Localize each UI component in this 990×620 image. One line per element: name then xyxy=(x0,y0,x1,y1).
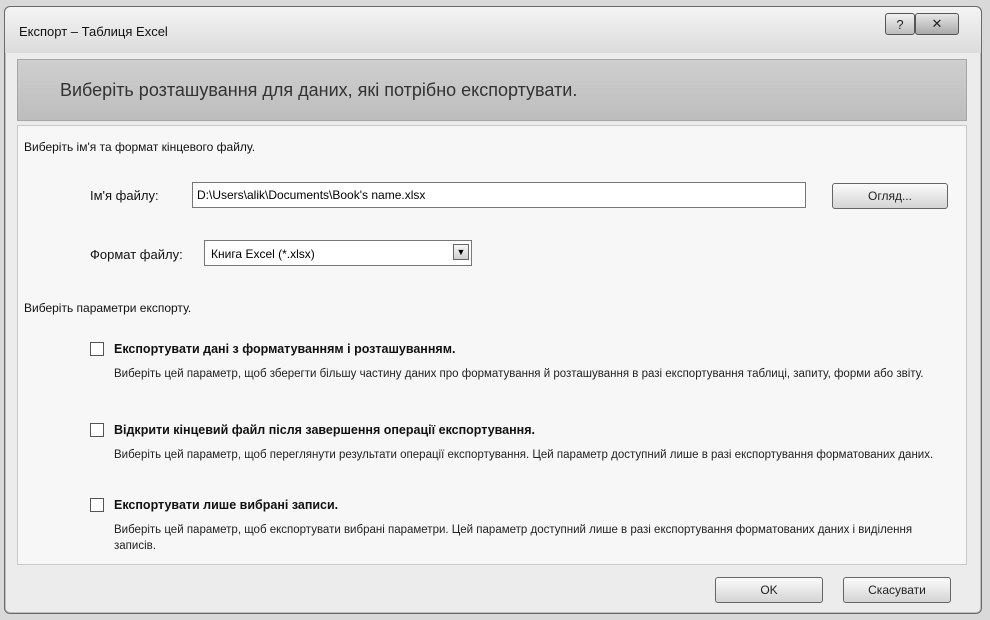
help-button[interactable]: ? xyxy=(885,13,915,35)
selected-records-option-description: Виберіть цей параметр, щоб експортувати … xyxy=(114,524,913,552)
instruction-header: Виберіть розташування для даних, які пот… xyxy=(17,59,967,121)
format-layout-checkbox[interactable] xyxy=(90,342,104,356)
cancel-button[interactable]: Скасувати xyxy=(843,577,951,603)
export-options-heading: Виберіть параметри експорту. xyxy=(24,301,192,315)
format-label: Формат файлу: xyxy=(90,247,183,262)
open-file-checkbox[interactable] xyxy=(90,423,104,437)
filename-label: Ім'я файлу: xyxy=(90,188,159,203)
content-panel: Виберіть ім'я та формат кінцевого файлу.… xyxy=(17,125,967,565)
format-select-value: Книга Excel (*.xlsx) xyxy=(211,247,315,261)
browse-button[interactable]: Огляд... xyxy=(832,183,948,209)
open-file-option-description: Виберіть цей параметр, щоб переглянути р… xyxy=(114,449,934,461)
title-bar: Експорт – Таблиця Excel ? ✕ xyxy=(5,7,981,53)
file-section-heading: Виберіть ім'я та формат кінцевого файлу. xyxy=(24,140,256,154)
filename-input[interactable] xyxy=(192,182,806,208)
format-select[interactable]: Книга Excel (*.xlsx) ▼ xyxy=(204,240,472,266)
selected-records-checkbox[interactable] xyxy=(90,498,104,512)
open-file-option-title: Відкрити кінцевий файл після завершення … xyxy=(114,423,535,437)
chevron-down-icon[interactable]: ▼ xyxy=(453,244,469,260)
export-dialog: Експорт – Таблиця Excel ? ✕ Виберіть роз… xyxy=(4,6,982,614)
dialog-title: Експорт – Таблиця Excel xyxy=(19,24,168,39)
selected-records-option-title: Експортувати лише вибрані записи. xyxy=(114,498,339,512)
ok-button[interactable]: OK xyxy=(715,577,823,603)
format-layout-option-title: Експортувати дані з форматуванням і розт… xyxy=(114,342,456,356)
dialog-footer: OK Скасувати xyxy=(17,569,967,609)
format-layout-option-description: Виберіть цей параметр, щоб зберегти біль… xyxy=(114,368,924,380)
header-text: Виберіть розташування для даних, які пот… xyxy=(60,80,578,100)
close-button[interactable]: ✕ xyxy=(915,13,959,35)
